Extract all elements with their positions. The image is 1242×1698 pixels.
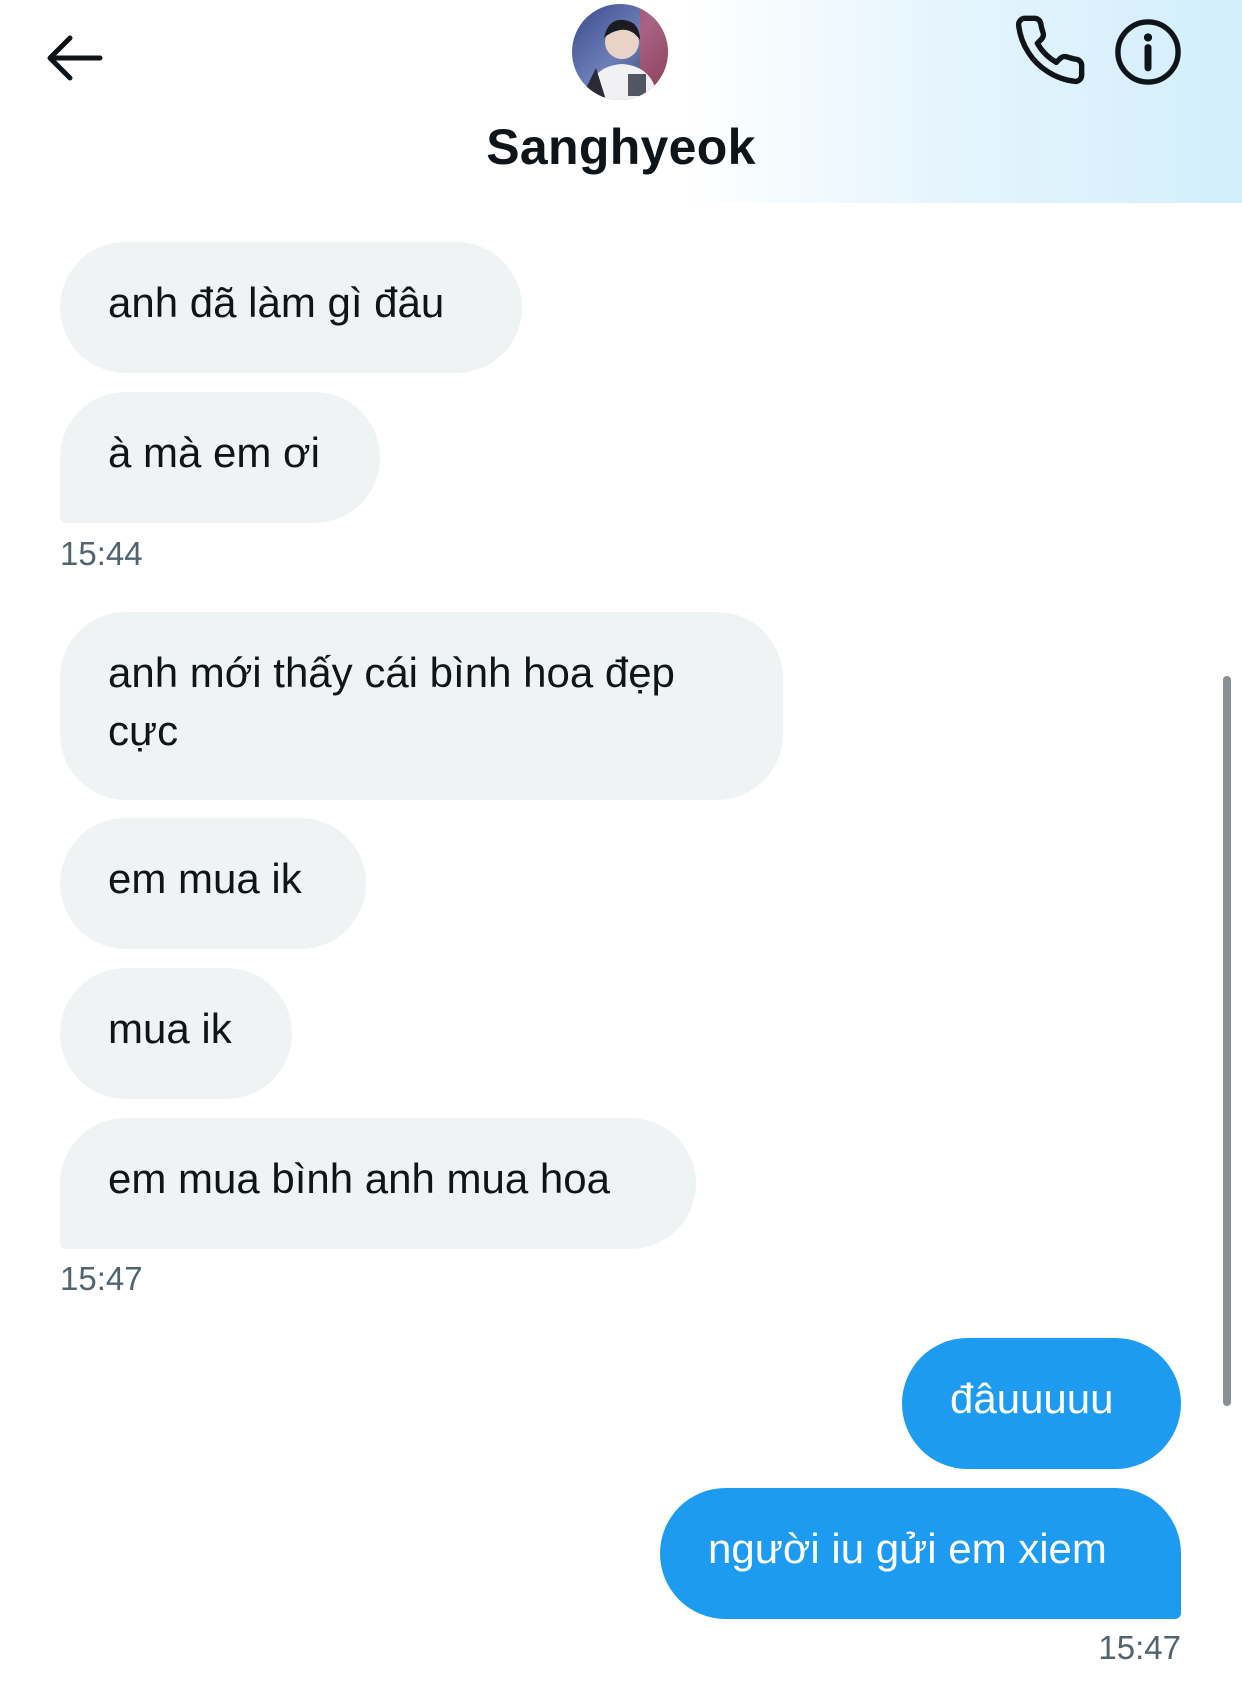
timestamp: 15:47 [1098,1629,1181,1666]
avatar[interactable] [572,4,668,100]
phone-icon [1015,15,1085,85]
contact-name: Sanghyeok [486,119,756,175]
call-button[interactable] [1012,12,1088,88]
received-message[interactable]: mua ik [60,968,292,1099]
sent-message[interactable]: người iu gửi em xiem [660,1488,1181,1619]
info-button[interactable] [1110,14,1186,90]
avatar-image [572,4,668,100]
conversation-header: Sanghyeok [0,0,1242,203]
received-message[interactable]: anh đã làm gì đâu [60,242,522,373]
arrow-left-icon [47,35,103,81]
received-message[interactable]: à mà em ơi [60,392,380,523]
received-message[interactable]: em mua ik [60,818,366,949]
info-icon [1115,19,1181,85]
sent-message[interactable]: đâuuuuu [902,1338,1181,1469]
scrollbar[interactable] [1223,676,1231,1406]
received-message[interactable]: anh mới thấy cái bình hoa đẹp cực [60,612,783,800]
timestamp: 15:47 [60,1260,143,1297]
received-message[interactable]: em mua bình anh mua hoa [60,1118,696,1249]
back-button[interactable] [38,22,110,94]
timestamp: 15:44 [60,535,143,572]
